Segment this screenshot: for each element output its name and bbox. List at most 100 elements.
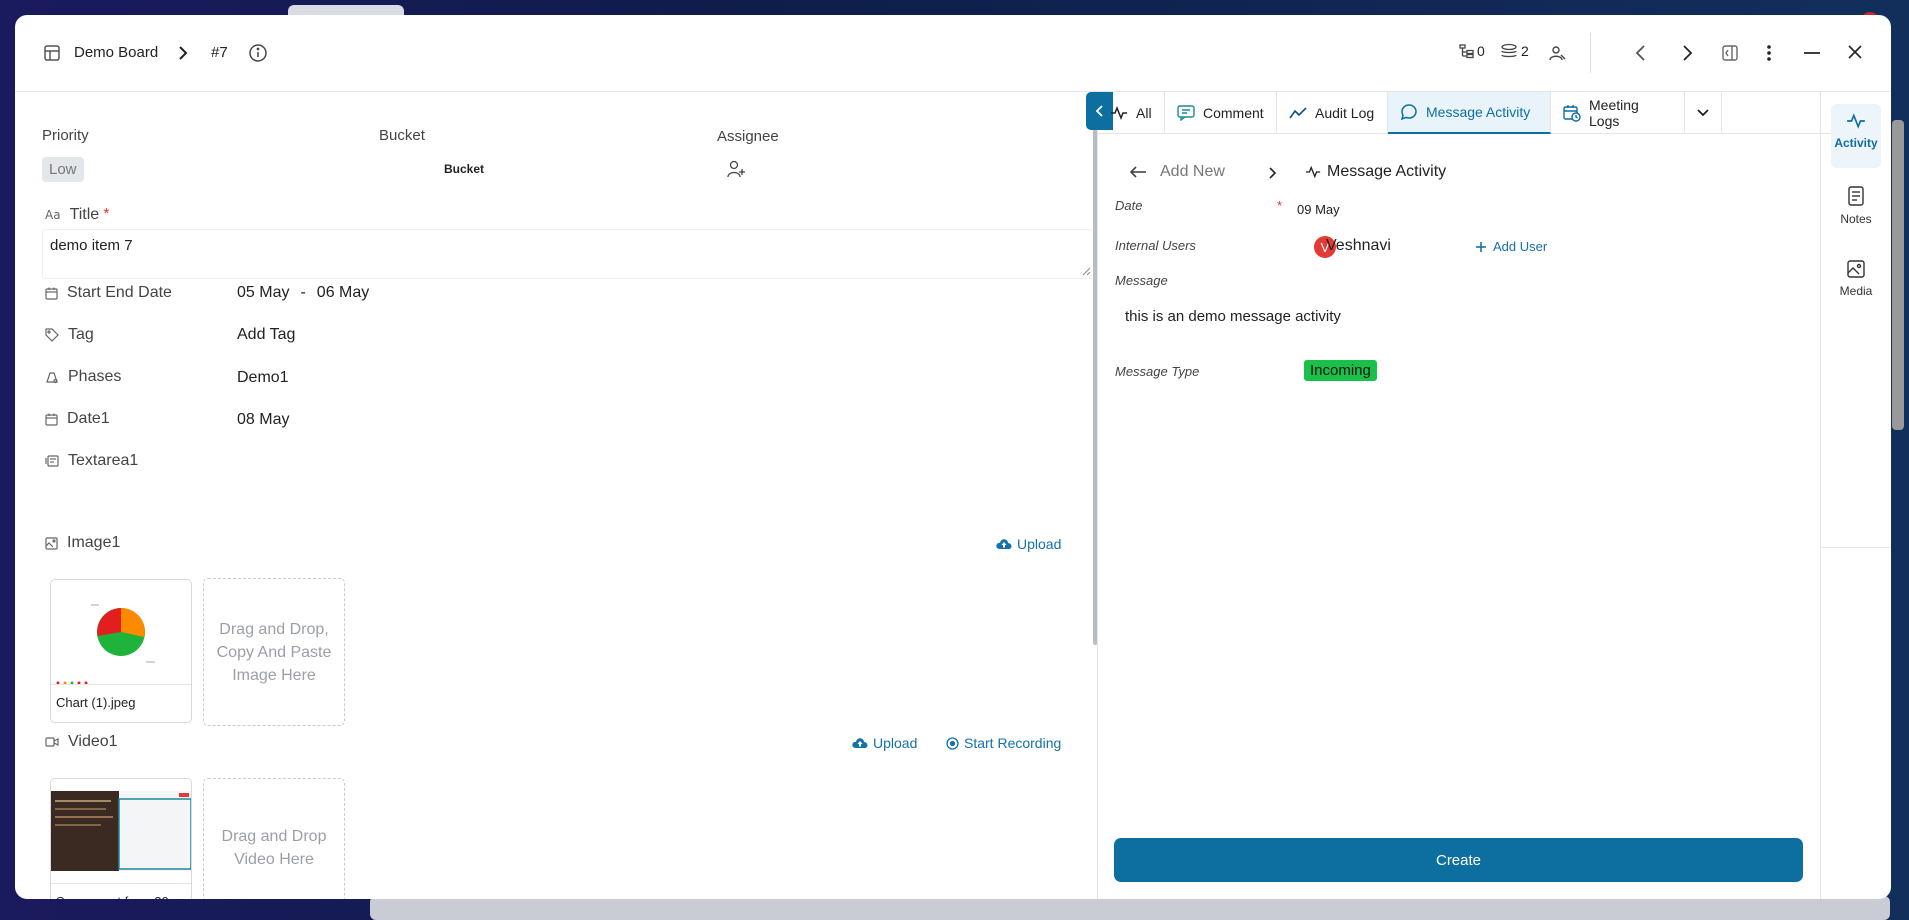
- activity-icon: [1110, 106, 1128, 120]
- start-end-date-label: Start End Date: [45, 284, 172, 302]
- tab-comment[interactable]: Comment: [1165, 92, 1277, 134]
- close-icon[interactable]: [1847, 44, 1863, 60]
- message-type-badge[interactable]: Incoming: [1304, 360, 1377, 381]
- item-detail-modal: Demo Board #7 0 2 Priority Low Bucket Bu…: [15, 15, 1891, 899]
- calendar-icon: [45, 287, 58, 300]
- pane-divider: [1097, 92, 1098, 899]
- message-input[interactable]: this is an demo message activity: [1125, 308, 1341, 325]
- add-assignee-icon[interactable]: [726, 159, 746, 179]
- cloud-upload-icon: [852, 737, 868, 749]
- board-icon: [43, 44, 61, 62]
- start-recording-button[interactable]: Start Recording: [946, 735, 1061, 751]
- tab-more-dropdown[interactable]: [1685, 92, 1722, 134]
- text-format-icon: Aa: [45, 208, 61, 222]
- message-icon: [1400, 103, 1418, 121]
- date-value[interactable]: 09 May: [1297, 202, 1340, 217]
- date1-value[interactable]: 08 May: [237, 411, 289, 429]
- item-number: #7: [211, 44, 228, 61]
- header-divider: [1590, 33, 1591, 73]
- title-input[interactable]: demo item 7: [42, 229, 1094, 279]
- chevron-right-icon: [1267, 166, 1277, 180]
- add-new-breadcrumb[interactable]: Add New: [1160, 163, 1225, 181]
- subitems-count: 0: [1477, 43, 1485, 59]
- image-icon: [1847, 260, 1865, 278]
- cloud-upload-icon: [996, 538, 1012, 550]
- comment-icon: [1177, 105, 1195, 121]
- activity-tabs: All Comment Audit Log Message Activity M…: [1098, 92, 1838, 134]
- video-upload-button[interactable]: Upload: [852, 735, 917, 751]
- image-icon: [45, 536, 58, 550]
- previous-item-icon[interactable]: [1633, 44, 1649, 62]
- message-type-label: Message Type: [1115, 364, 1200, 379]
- activity-icon: [1305, 165, 1321, 179]
- sidebar-item-media[interactable]: Media: [1821, 260, 1891, 298]
- sidebar-divider: [1821, 547, 1891, 548]
- phases-label: Phases: [45, 368, 121, 386]
- priority-badge[interactable]: Low: [42, 157, 84, 182]
- right-sidebar: Activity Notes Media: [1820, 92, 1891, 899]
- more-options-icon[interactable]: [1765, 44, 1773, 62]
- image-filename: Chart (1).jpeg: [51, 684, 191, 722]
- phases-icon: [45, 370, 59, 384]
- bucket-label: Bucket: [379, 127, 425, 144]
- end-date: 06 May: [316, 284, 370, 301]
- item-fields-pane: Priority Low Bucket Bucket Assignee Aa T…: [15, 92, 1096, 899]
- minimize-icon[interactable]: [1803, 44, 1821, 62]
- dependencies-counter[interactable]: 2: [1499, 43, 1529, 59]
- side-panel-icon[interactable]: [1721, 44, 1739, 62]
- tab-meeting-logs[interactable]: Meeting Logs: [1551, 92, 1685, 134]
- title-label: Title: [69, 206, 100, 223]
- video-icon: [45, 736, 59, 748]
- add-tag-button[interactable]: Add Tag: [237, 326, 295, 344]
- add-user-button[interactable]: Add User: [1475, 239, 1547, 254]
- breadcrumb-board[interactable]: Demo Board: [74, 44, 158, 61]
- tab-audit-log[interactable]: Audit Log: [1277, 92, 1388, 134]
- resize-handle-icon[interactable]: [1082, 267, 1091, 276]
- phases-value[interactable]: Demo1: [237, 369, 289, 387]
- chevron-down-icon: [1696, 108, 1710, 118]
- tab-all[interactable]: All: [1098, 92, 1165, 134]
- follower-icon[interactable]: [1548, 44, 1566, 62]
- image-dropzone[interactable]: Drag and Drop, Copy And Paste Image Here: [203, 578, 345, 726]
- chevron-right-icon: [175, 45, 191, 61]
- date1-label: Date1: [45, 410, 110, 428]
- date-label: Date: [1115, 198, 1143, 213]
- image1-label: Image1: [45, 534, 120, 552]
- notes-icon: [1848, 186, 1864, 206]
- back-arrow-icon[interactable]: [1129, 165, 1147, 179]
- tab-message-activity[interactable]: Message Activity: [1388, 92, 1551, 134]
- video-filename: Screencast from 20...: [51, 883, 191, 899]
- next-item-icon[interactable]: [1679, 44, 1695, 62]
- sidebar-item-notes[interactable]: Notes: [1821, 186, 1891, 226]
- calendar-icon: [45, 413, 58, 426]
- background-window-bar: [370, 896, 1890, 920]
- date-range-value[interactable]: 05 May - 06 May: [237, 284, 369, 302]
- textarea-icon: [45, 454, 59, 468]
- message-label: Message: [1115, 273, 1168, 288]
- video-attachment[interactable]: Screencast from 20...: [50, 778, 192, 899]
- calendar-clock-icon: [1563, 104, 1581, 122]
- image-attachment[interactable]: Chart (1).jpeg: [50, 579, 192, 723]
- info-icon[interactable]: [248, 43, 268, 63]
- internal-users-label: Internal Users: [1115, 238, 1196, 253]
- record-icon: [946, 736, 959, 750]
- title-value: demo item 7: [50, 237, 133, 254]
- priority-label: Priority: [42, 127, 89, 144]
- video-thumbnail: [51, 779, 191, 885]
- create-button[interactable]: Create: [1114, 838, 1803, 882]
- plus-icon: [1475, 241, 1487, 253]
- sidebar-item-activity[interactable]: Activity: [1821, 112, 1891, 150]
- background-window-edge: [1892, 120, 1904, 430]
- start-date: 05 May: [237, 284, 290, 301]
- title-field-label: Aa Title *: [45, 206, 109, 224]
- video-dropzone[interactable]: Drag and Drop Video Here: [203, 778, 345, 899]
- video1-label: Video1: [45, 733, 118, 751]
- dependencies-count: 2: [1521, 43, 1529, 59]
- modal-header: Demo Board #7 0 2: [15, 15, 1891, 92]
- bucket-value[interactable]: Bucket: [444, 162, 484, 176]
- subitems-counter[interactable]: 0: [1459, 43, 1485, 59]
- layers-icon: [1499, 43, 1519, 59]
- image-upload-button[interactable]: Upload: [996, 536, 1061, 552]
- required-marker: *: [103, 206, 110, 223]
- date-separator: -: [300, 284, 306, 301]
